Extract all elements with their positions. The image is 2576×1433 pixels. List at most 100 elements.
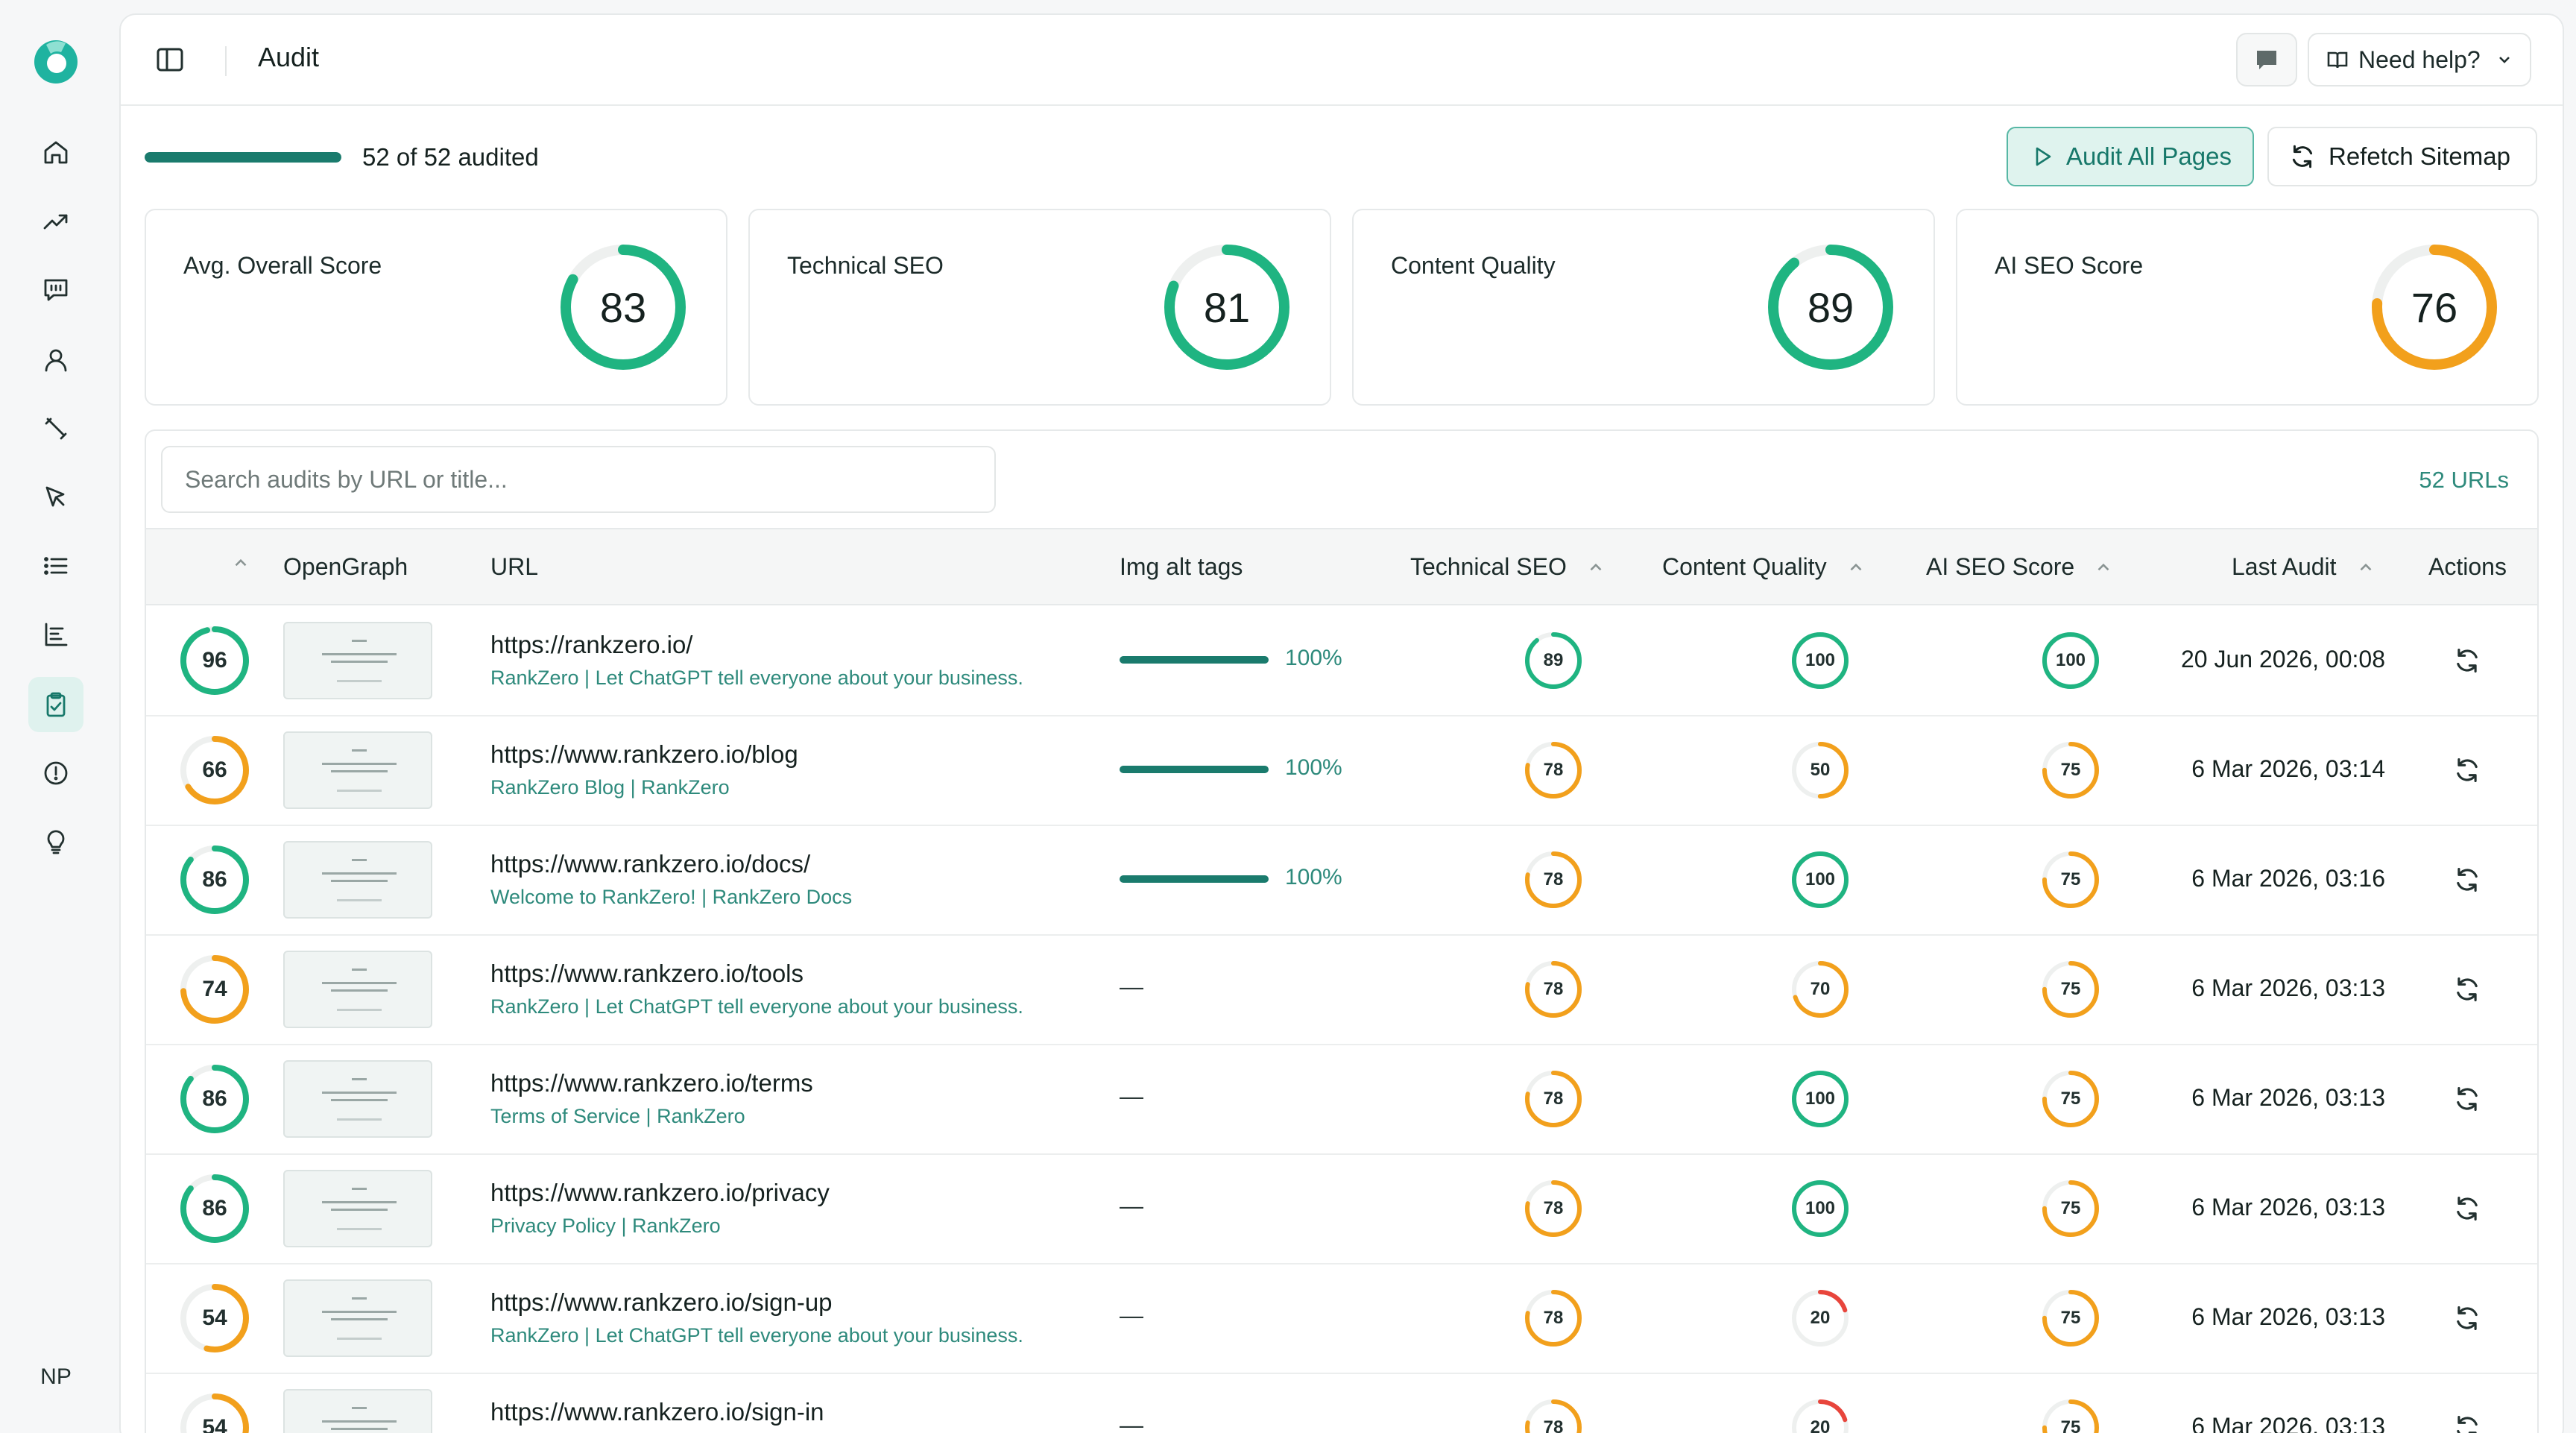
sidebar-toggle-icon[interactable] [154,43,186,76]
ai-seo-score: 75 [2060,869,2081,889]
opengraph-thumbnail[interactable] [283,1170,432,1247]
rail-item-home[interactable] [28,125,83,180]
column-header-last-audit[interactable]: Last Audit [2232,553,2375,581]
refresh-icon [2457,1306,2478,1330]
url-link[interactable]: https://www.rankzero.io/blog [490,740,798,769]
opengraph-thumbnail[interactable] [283,841,432,919]
content-quality-score: 100 [1805,1198,1836,1218]
table-row[interactable]: 96 https://rankzero.io/RankZero | Let Cha… [146,607,2537,716]
opengraph-thumbnail[interactable] [283,1060,432,1138]
play-icon [2036,147,2051,166]
technical-seo-score: 78 [1543,760,1564,780]
overall-score: 54 [202,1306,227,1330]
table-header: OpenGraph URL Img alt tags Technical SEO… [146,528,2537,605]
column-header-last-audit-label: Last Audit [2232,553,2337,580]
score-ring: 76 [2372,245,2497,370]
chevron-up-icon [2097,563,2109,570]
table-row[interactable]: 86 https://www.rankzero.io/docs/Welcome t… [146,826,2537,936]
last-audit-date: 20 Jun 2026, 00:08 [2180,646,2385,673]
audit-table: 52 URLs OpenGraph URL Img alt tags Techn… [145,429,2539,1433]
page-title-text: Terms of Service | RankZero [490,1105,745,1127]
rail-item-list[interactable] [28,538,83,593]
opengraph-thumbnail[interactable] [283,731,432,809]
url-link[interactable]: https://www.rankzero.io/sign-in [490,1398,824,1426]
opengraph-thumbnail[interactable] [283,1279,432,1357]
rail-item-trending[interactable] [28,194,83,249]
refetch-sitemap-label: Refetch Sitemap [2329,142,2510,170]
rail-item-alert-circle[interactable] [28,746,83,801]
re-audit-button[interactable] [2452,1303,2482,1333]
re-audit-button[interactable] [2452,1084,2482,1114]
table-row[interactable]: 54 https://www.rankzero.io/sign-in — 78 20 75… [146,1374,2537,1433]
rail-item-user[interactable] [28,333,83,388]
audit-progress-fill [145,152,341,163]
rail-item-lightbulb[interactable] [28,814,83,869]
overall-score-ring: 54 [180,1284,249,1352]
table-row[interactable]: 86 https://www.rankzero.io/terms Terms of … [146,1045,2537,1155]
page-title-text: RankZero | Let ChatGPT tell everyone abo… [490,1324,1023,1347]
sort-overall-button[interactable] [231,553,250,573]
url-link[interactable]: https://rankzero.io/ [490,631,692,659]
need-help-button[interactable]: Need help? [2308,33,2531,86]
table-row[interactable]: 66 https://www.rankzero.io/blog RankZero B… [146,716,2537,826]
ai-seo-score-ring: 75 [2042,1180,2099,1237]
opengraph-thumbnail[interactable] [283,951,432,1028]
logo-icon[interactable] [33,39,79,85]
img-alt-percent: 100% [1285,646,1342,670]
content-quality-ring: 20 [1792,1290,1849,1347]
rail-item-bar-list[interactable] [28,607,83,662]
re-audit-button[interactable] [2452,974,2482,1004]
score-value: 76 [2411,283,2458,331]
rail-item-cursor[interactable] [28,470,83,525]
overall-score: 86 [202,1086,227,1111]
audit-all-pages-button[interactable]: Audit All Pages [2007,127,2254,186]
re-audit-button[interactable] [2452,755,2482,785]
content-quality-ring: 50 [1792,742,1849,799]
technical-seo-ring: 78 [1525,851,1582,908]
avatar[interactable]: NP [28,1349,83,1405]
ai-seo-score: 100 [2055,650,2086,670]
page-title-text: Privacy Policy | RankZero [490,1215,721,1237]
opengraph-thumbnail[interactable] [283,1389,432,1433]
content-quality-ring: 70 [1792,961,1849,1018]
table-row[interactable]: 54 https://www.rankzero.io/sign-up RankZer… [146,1264,2537,1374]
refresh-icon [2292,145,2313,169]
table-row[interactable]: 74 https://www.rankzero.io/tools RankZero … [146,936,2537,1045]
url-link[interactable]: https://www.rankzero.io/privacy [490,1179,830,1207]
content-quality-ring: 100 [1792,1180,1849,1237]
column-header-technical-seo[interactable]: Technical SEO [1410,553,1606,581]
table-row[interactable]: 86 https://www.rankzero.io/privacy Privacy… [146,1155,2537,1264]
url-link[interactable]: https://www.rankzero.io/tools [490,960,804,988]
column-header-ai-seo-score[interactable]: AI SEO Score [1926,553,2113,581]
column-header-technical-seo-label: Technical SEO [1410,553,1567,580]
content-quality-ring: 20 [1792,1399,1849,1433]
last-audit-date: 6 Mar 2026, 03:13 [2191,1194,2385,1221]
re-audit-button[interactable] [2452,865,2482,895]
score-value: 89 [1807,283,1854,331]
chevron-down-icon [2498,57,2510,63]
opengraph-thumbnail[interactable] [283,622,432,699]
column-header-content-quality[interactable]: Content Quality [1662,553,1866,581]
feedback-button[interactable] [2236,33,2297,86]
search-input[interactable] [161,446,996,513]
left-rail: NP [0,0,119,1433]
re-audit-button[interactable] [2452,1413,2482,1433]
content-quality-ring: 100 [1792,632,1849,689]
overall-score-ring: 86 [180,845,249,914]
refresh-icon [2457,758,2478,782]
re-audit-button[interactable] [2452,1194,2482,1223]
url-link[interactable]: https://www.rankzero.io/terms [490,1069,813,1097]
last-audit-date: 6 Mar 2026, 03:16 [2191,865,2385,892]
content-quality-score: 50 [1810,760,1831,780]
cursor-icon [45,486,65,507]
refetch-sitemap-button[interactable]: Refetch Sitemap [2267,127,2537,186]
rail-item-pen[interactable] [28,401,83,456]
last-audit-date: 6 Mar 2026, 03:13 [2191,1303,2385,1330]
url-link[interactable]: https://www.rankzero.io/sign-up [490,1288,833,1317]
rail-item-clipboard-check[interactable] [28,677,83,732]
re-audit-button[interactable] [2452,646,2482,675]
rail-item-message[interactable] [28,262,83,318]
technical-seo-score: 78 [1543,1089,1564,1109]
technical-seo-ring: 78 [1525,742,1582,799]
url-link[interactable]: https://www.rankzero.io/docs/ [490,850,810,878]
